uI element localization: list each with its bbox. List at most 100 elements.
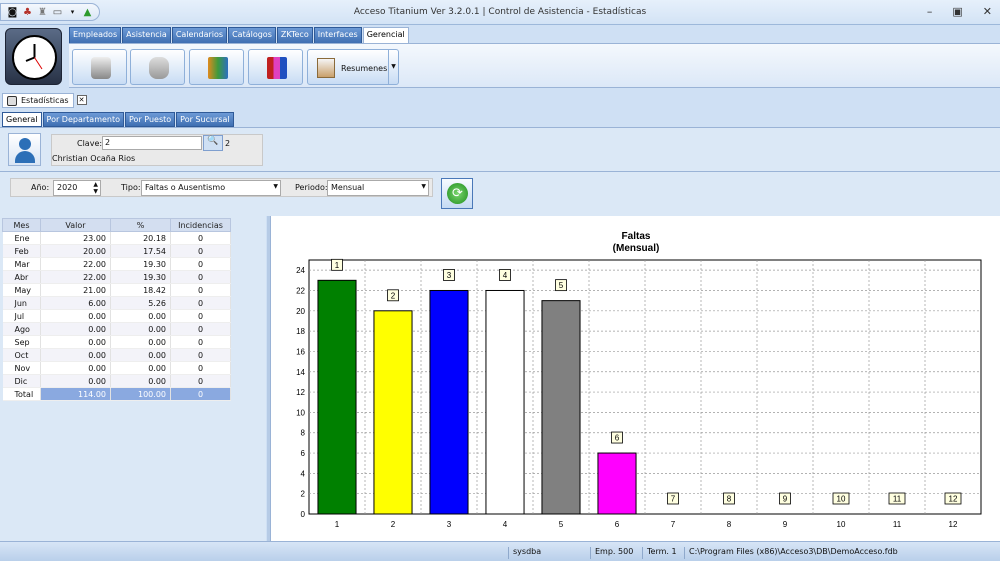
periodo-select[interactable]: Mensual ▼	[327, 180, 429, 196]
close-icon[interactable]: ✕	[983, 5, 992, 18]
total-cell: Total	[2, 387, 41, 401]
data-label: 3	[447, 271, 452, 280]
col-mes[interactable]: Mes	[2, 218, 41, 232]
col-incidencias[interactable]: Incidencias	[170, 218, 231, 232]
y-tick-label: 12	[296, 388, 305, 397]
table-row[interactable]: Feb 20.00 17.54 0	[2, 244, 231, 258]
employee-name: Christian Ocaña Rios	[52, 154, 136, 163]
tab-gerencial[interactable]: Gerencial	[362, 27, 409, 43]
minimize-icon[interactable]: –	[927, 5, 933, 18]
y-tick-label: 16	[296, 347, 305, 356]
data-label: 1	[335, 261, 340, 270]
data-label: 10	[837, 495, 846, 504]
spinner-arrows-icon[interactable]: ▲ ▼	[93, 181, 98, 195]
table-row[interactable]: Jul 0.00 0.00 0	[2, 309, 231, 323]
table-row[interactable]: Jun 6.00 5.26 0	[2, 296, 231, 310]
status-db-path: C:\Program Files (x86)\Acceso3\DB\DemoAc…	[684, 547, 984, 559]
table-cell: 0	[170, 296, 231, 310]
doc-tab-label: Estadísticas	[21, 96, 69, 105]
tipo-label: Tipo:	[121, 183, 141, 192]
x-tick-label: 8	[727, 520, 732, 529]
people-icon	[208, 57, 228, 79]
x-tick-label: 11	[893, 520, 902, 529]
tab-asistencia[interactable]: Asistencia	[122, 27, 171, 43]
table-cell: Mar	[2, 257, 41, 271]
tipo-select[interactable]: Faltas o Ausentismo ▼	[141, 180, 281, 196]
table-row[interactable]: Oct 0.00 0.00 0	[2, 348, 231, 362]
table-cell: 0.00	[110, 374, 171, 388]
table-cell: 0.00	[40, 361, 111, 375]
employee-avatar-button[interactable]	[8, 133, 41, 166]
chevron-down-icon[interactable]: ▼	[421, 183, 426, 190]
search-icon[interactable]: 🔍	[203, 135, 223, 151]
database-stats-button[interactable]	[130, 49, 185, 85]
clave-input[interactable]: 2	[102, 136, 202, 150]
subtab-general[interactable]: General	[2, 112, 42, 127]
col-pct[interactable]: %	[110, 218, 171, 232]
subtab-por-sucursal[interactable]: Por Sucursal	[176, 112, 234, 127]
table-row[interactable]: Mar 22.00 19.30 0	[2, 257, 231, 271]
table-row[interactable]: Ago 0.00 0.00 0	[2, 322, 231, 336]
table-cell: Nov	[2, 361, 41, 375]
tab-zkteco[interactable]: ZKTeco	[276, 27, 313, 43]
people-button[interactable]	[189, 49, 244, 85]
table-cell: 0	[170, 361, 231, 375]
table-row[interactable]: Sep 0.00 0.00 0	[2, 335, 231, 349]
tab-catalogos[interactable]: Catálogos	[228, 27, 276, 43]
x-tick-label: 5	[559, 520, 564, 529]
x-tick-label: 12	[949, 520, 958, 529]
total-cell: 0	[170, 387, 231, 401]
data-label: 4	[503, 271, 508, 280]
subtab-por-departamento[interactable]: Por Departamento	[42, 112, 125, 127]
tab-calendarios[interactable]: Calendarios	[171, 27, 228, 43]
statistics-button[interactable]	[248, 49, 303, 85]
anio-label: Año:	[31, 183, 50, 192]
table-row[interactable]: Ene 23.00 20.18 0	[2, 231, 231, 245]
table-total-row[interactable]: Total 114.00 100.00 0	[2, 387, 231, 401]
chevron-down-icon[interactable]: ▼	[388, 50, 398, 84]
bar	[485, 289, 525, 515]
bar	[541, 300, 581, 515]
bar	[317, 279, 357, 515]
anio-spinner[interactable]: 2020 ▲ ▼	[53, 180, 101, 196]
table-row[interactable]: Abr 22.00 19.30 0	[2, 270, 231, 284]
x-tick-label: 10	[837, 520, 846, 529]
table-cell: Feb	[2, 244, 41, 258]
filter-panel: Año: 2020 ▲ ▼ Tipo: Faltas o Ausentismo ▼…	[0, 171, 1000, 216]
table-cell: 0	[170, 244, 231, 258]
tab-interfaces[interactable]: Interfaces	[313, 27, 362, 43]
subtab-por-puesto[interactable]: Por Puesto	[125, 112, 176, 127]
clave-label: Clave:	[77, 139, 103, 148]
database-button[interactable]	[72, 49, 127, 85]
table-cell: 22.00	[40, 257, 111, 271]
data-label: 11	[893, 495, 902, 504]
col-valor[interactable]: Valor	[40, 218, 111, 232]
chevron-down-icon[interactable]: ▼	[273, 183, 278, 190]
table-row[interactable]: Dic 0.00 0.00 0	[2, 374, 231, 388]
table-cell: 18.42	[110, 283, 171, 297]
table-row[interactable]: May 21.00 18.42 0	[2, 283, 231, 297]
table-cell: 0	[170, 257, 231, 271]
x-tick-label: 1	[335, 520, 340, 529]
refresh-button[interactable]: ⟳	[441, 178, 473, 209]
table-body: Ene 23.00 20.18 0 Feb 20.00 17.54 0 Mar 22.00 19.3…	[2, 231, 231, 401]
data-label: 8	[727, 495, 732, 504]
ribbon-tabs: Empleados Asistencia Calendarios Catálog…	[69, 27, 409, 43]
database-icon	[91, 57, 111, 79]
doc-tab-estadisticas[interactable]: Estadísticas ✕	[2, 93, 87, 108]
y-tick-label: 24	[296, 266, 305, 275]
restore-icon[interactable]: ▣	[952, 5, 962, 18]
ribbon-panel: Resumenes ▼	[69, 43, 1000, 88]
table-cell: 0.00	[40, 374, 111, 388]
resumenes-button[interactable]: Resumenes ▼	[307, 49, 399, 85]
table-cell: 6.00	[40, 296, 111, 310]
table-cell: Ago	[2, 322, 41, 336]
table-row[interactable]: Nov 0.00 0.00 0	[2, 361, 231, 375]
periodo-value: Mensual	[331, 183, 365, 192]
tab-empleados[interactable]: Empleados	[69, 27, 122, 43]
close-tab-icon[interactable]: ✕	[76, 95, 87, 105]
table-cell: 0	[170, 270, 231, 284]
table-cell: 0.00	[40, 335, 111, 349]
data-label: 6	[615, 434, 620, 443]
clock-face-icon	[25, 44, 43, 70]
